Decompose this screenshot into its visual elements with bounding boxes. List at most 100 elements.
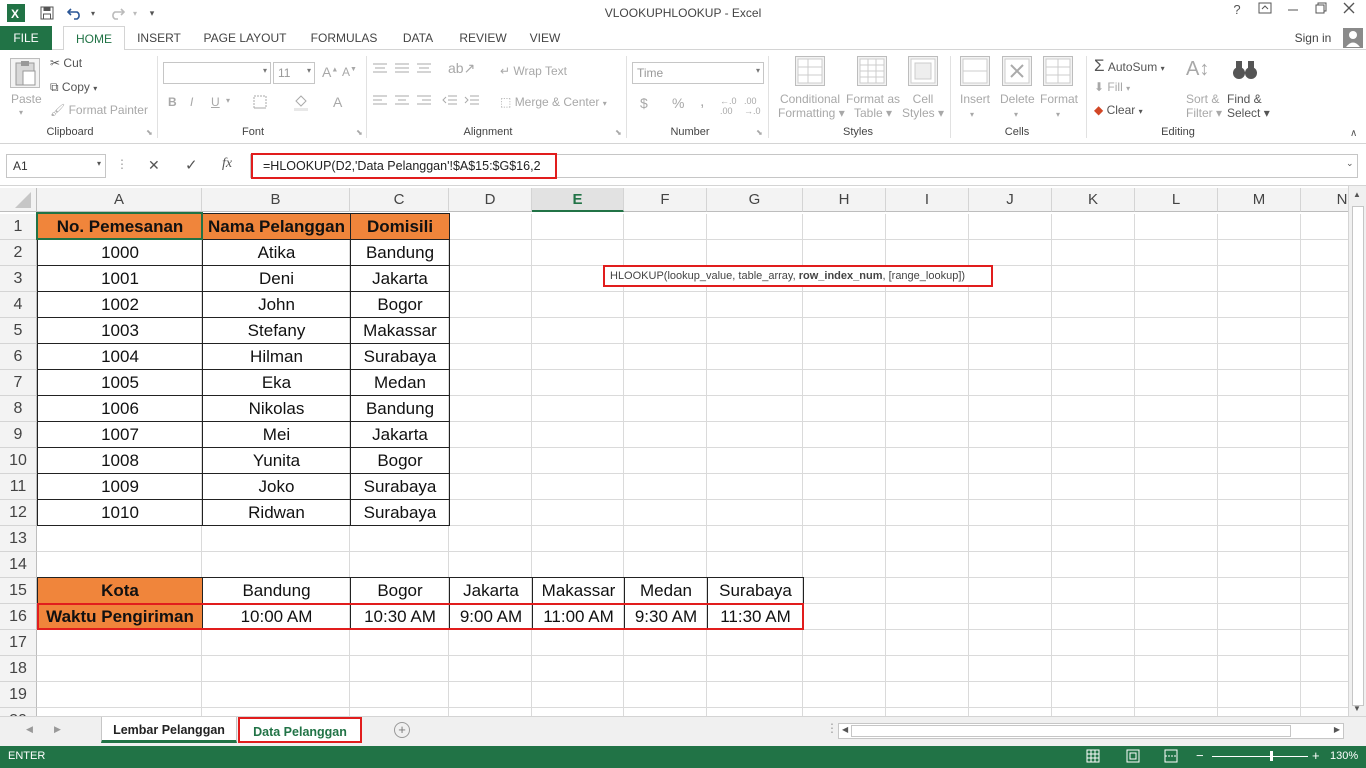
- tab-data[interactable]: DATA: [394, 26, 442, 50]
- table1-cell[interactable]: 1009: [37, 473, 203, 500]
- italic-button[interactable]: I: [190, 95, 193, 109]
- table1-cell[interactable]: Nikolas: [202, 395, 351, 422]
- tab-review[interactable]: REVIEW: [453, 26, 513, 50]
- conditional-formatting-icon[interactable]: [795, 56, 825, 86]
- clipboard-launcher-icon[interactable]: ⬊: [146, 128, 153, 137]
- table1-cell[interactable]: 1003: [37, 317, 203, 344]
- zoom-slider[interactable]: [1212, 756, 1308, 757]
- align-left-icon[interactable]: [372, 94, 388, 109]
- row-header-6[interactable]: 6: [0, 344, 37, 370]
- merge-dropdown-icon[interactable]: ▾: [603, 99, 607, 108]
- row-header-15[interactable]: 15: [0, 578, 37, 604]
- horizontal-scrollbar[interactable]: ◀ ▶: [838, 723, 1344, 739]
- row-header-10[interactable]: 10: [0, 448, 37, 474]
- table1-cell[interactable]: Jakarta: [350, 421, 450, 448]
- formula-input[interactable]: =HLOOKUP(D2,'Data Pelanggan'!$A$15:$G$16…: [251, 153, 557, 179]
- row-header-19[interactable]: 19: [0, 682, 37, 708]
- delete-cells-button[interactable]: Delete ▾: [1000, 92, 1035, 120]
- increase-font-icon[interactable]: A▲: [322, 64, 338, 80]
- sheet-next-icon[interactable]: ▶: [54, 724, 61, 735]
- worksheet-grid[interactable]: ABCDEFGHIJKLMN 1 2 3 4 5 6 7 8 9 10 11 12 13 14 15 16 17…: [0, 186, 1348, 716]
- table1-header-cell[interactable]: Nama Pelanggan: [202, 213, 351, 240]
- scroll-right-icon[interactable]: ▶: [1334, 725, 1340, 734]
- table1-cell[interactable]: Stefany: [202, 317, 351, 344]
- zoom-in-button[interactable]: +: [1312, 748, 1320, 763]
- page-layout-view-icon[interactable]: [1126, 749, 1140, 766]
- delete-cells-icon[interactable]: [1002, 56, 1032, 86]
- fill-color-icon[interactable]: [292, 93, 310, 114]
- name-box-dropdown-icon[interactable]: ▾: [97, 159, 101, 168]
- cancel-entry-button[interactable]: ✕: [148, 157, 160, 174]
- table1-cell[interactable]: Mei: [202, 421, 351, 448]
- kota-cell[interactable]: Medan: [624, 577, 708, 604]
- zoom-out-button[interactable]: −: [1196, 748, 1204, 763]
- table1-cell[interactable]: Surabaya: [350, 499, 450, 526]
- kota-cell[interactable]: Makassar: [532, 577, 625, 604]
- table1-cell[interactable]: John: [202, 291, 351, 318]
- comma-button[interactable]: ,: [700, 93, 704, 111]
- row-header-11[interactable]: 11: [0, 474, 37, 500]
- table1-cell[interactable]: 1001: [37, 265, 203, 292]
- page-break-view-icon[interactable]: [1164, 749, 1178, 766]
- cut-button[interactable]: ✂ Cut: [50, 56, 82, 70]
- horizontal-scroll-thumb[interactable]: [851, 725, 1291, 737]
- row-header-9[interactable]: 9: [0, 422, 37, 448]
- vertical-scrollbar[interactable]: ▲ ▼: [1348, 186, 1366, 716]
- row-header-13[interactable]: 13: [0, 526, 37, 552]
- row-header-20[interactable]: 20: [0, 708, 37, 716]
- format-as-table-icon[interactable]: [857, 56, 887, 86]
- paste-icon[interactable]: [10, 58, 40, 88]
- row-header-7[interactable]: 7: [0, 370, 37, 396]
- insert-function-button[interactable]: fx: [222, 156, 232, 172]
- format-painter-button[interactable]: 🖌 Format Painter: [50, 103, 148, 117]
- font-launcher-icon[interactable]: ⬊: [356, 128, 363, 137]
- tab-split-grip-icon[interactable]: ⋮: [826, 721, 838, 735]
- row-header-18[interactable]: 18: [0, 656, 37, 682]
- table1-cell[interactable]: 1007: [37, 421, 203, 448]
- help-button[interactable]: ?: [1224, 2, 1250, 22]
- insert-cells-button[interactable]: Insert ▾: [960, 92, 990, 120]
- table1-cell[interactable]: Makassar: [350, 317, 450, 344]
- alignment-launcher-icon[interactable]: ⬊: [615, 128, 622, 137]
- sort-filter-button[interactable]: Sort & Filter ▾: [1186, 92, 1222, 120]
- table1-cell[interactable]: Surabaya: [350, 473, 450, 500]
- cell-styles-icon[interactable]: [908, 56, 938, 86]
- table1-cell[interactable]: 1006: [37, 395, 203, 422]
- column-header-l[interactable]: L: [1135, 188, 1218, 212]
- column-header-e[interactable]: E: [532, 188, 624, 212]
- table1-cell[interactable]: Atika: [202, 239, 351, 266]
- vertical-scroll-thumb[interactable]: [1352, 206, 1364, 706]
- cell-styles-button[interactable]: Cell Styles ▾: [900, 92, 946, 120]
- sign-in-link[interactable]: Sign in: [1290, 26, 1336, 50]
- align-center-icon[interactable]: [394, 94, 410, 109]
- row-header-5[interactable]: 5: [0, 318, 37, 344]
- new-sheet-button[interactable]: +: [394, 722, 410, 738]
- binoculars-icon[interactable]: [1232, 58, 1258, 85]
- normal-view-icon[interactable]: [1086, 749, 1100, 766]
- ribbon-display-icon[interactable]: [1252, 2, 1278, 22]
- kota-cell[interactable]: Bogor: [350, 577, 450, 604]
- table1-cell[interactable]: Joko: [202, 473, 351, 500]
- table1-cell[interactable]: Bogor: [350, 291, 450, 318]
- underline-button[interactable]: U: [211, 95, 220, 109]
- table1-cell[interactable]: 1010: [37, 499, 203, 526]
- currency-button[interactable]: $: [640, 95, 648, 111]
- restore-icon[interactable]: [1308, 2, 1334, 22]
- zoom-slider-thumb[interactable]: [1270, 751, 1273, 761]
- tab-file[interactable]: FILE: [0, 26, 52, 50]
- minimize-icon[interactable]: [1280, 2, 1306, 22]
- wrap-text-button[interactable]: ↵ Wrap Text: [500, 64, 567, 78]
- column-header-i[interactable]: I: [886, 188, 969, 212]
- table1-cell[interactable]: Deni: [202, 265, 351, 292]
- table1-cell[interactable]: Surabaya: [350, 343, 450, 370]
- tab-view[interactable]: VIEW: [522, 26, 568, 50]
- scroll-up-icon[interactable]: ▲: [1353, 190, 1361, 199]
- table1-cell[interactable]: 1008: [37, 447, 203, 474]
- kota-cell[interactable]: Jakarta: [449, 577, 533, 604]
- table1-header-cell[interactable]: No. Pemesanan: [37, 213, 203, 240]
- table1-cell[interactable]: Bandung: [350, 239, 450, 266]
- table1-cell[interactable]: 1005: [37, 369, 203, 396]
- tab-formulas[interactable]: FORMULAS: [304, 26, 384, 50]
- table1-cell[interactable]: Eka: [202, 369, 351, 396]
- sort-filter-icon[interactable]: A↕: [1186, 58, 1209, 81]
